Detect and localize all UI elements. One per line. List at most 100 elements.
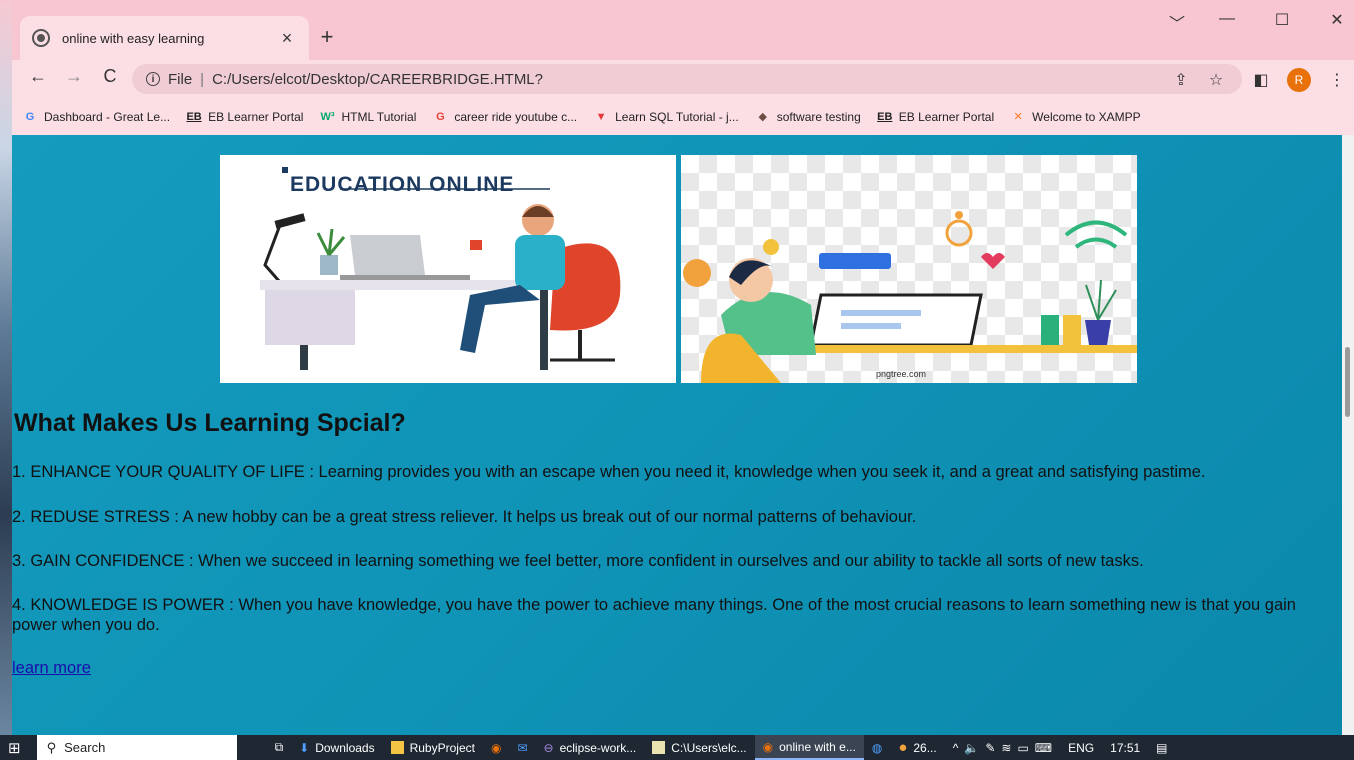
section-heading: What Makes Us Learning Spcial? — [14, 409, 406, 437]
address-bar[interactable]: i File | C:/Users/elcot/Desktop/CAREERBR… — [132, 64, 1242, 94]
close-tab-icon[interactable]: × — [277, 28, 297, 49]
weather-label: 26... — [913, 740, 937, 755]
tray-icons[interactable]: ^ 🔈 ✎ ≋ ▭ ⌨ — [945, 735, 1060, 760]
page-viewport: EDUCATION ONLINE pngtree.com What Makes … — [12, 135, 1342, 735]
address-url: C:/Users/elcot/Desktop/CAREERBRIDGE.HTML… — [212, 70, 543, 88]
taskbar-app-label: eclipse-work... — [559, 740, 637, 755]
tray-app-icon: ◍ — [871, 740, 883, 755]
tab-title: online with easy learning — [62, 30, 205, 46]
folder-icon — [390, 741, 404, 754]
maximize-button[interactable]: ☐ — [1267, 10, 1297, 30]
point-paragraph: 1. ENHANCE YOUR QUALITY OF LIFE : Learni… — [12, 463, 1206, 481]
bookmark-item[interactable]: EB EB Learner Portal — [186, 109, 303, 125]
w3schools-icon: W³ — [320, 110, 335, 123]
taskbar-app-eclipse[interactable]: ⊖ eclipse-work... — [536, 735, 645, 760]
person-laptop-image: pngtree.com — [681, 155, 1137, 383]
scrollbar-thumb[interactable] — [1345, 347, 1350, 417]
mail-icon: ✉ — [517, 740, 528, 755]
side-panel-icon[interactable]: ◧ — [1250, 70, 1272, 90]
tab-bar: online with easy learning × + ﹀ — ☐ ✕ — [12, 0, 1354, 60]
education-online-image: EDUCATION ONLINE — [220, 155, 676, 383]
close-window-button[interactable]: ✕ — [1322, 10, 1352, 30]
taskbar-app-label: RubyProject — [409, 740, 475, 755]
bookmarks-bar: G Dashboard - Great Le... EB EB Learner … — [12, 98, 1354, 135]
eclipse-icon: ⊖ — [543, 740, 554, 755]
bookmark-label: EB Learner Portal — [898, 109, 995, 124]
chevron-up-icon: ^ — [952, 740, 959, 755]
language-indicator[interactable]: ENG — [1060, 735, 1102, 760]
profile-avatar[interactable]: R — [1287, 68, 1311, 92]
point-paragraph: 3. GAIN CONFIDENCE : When we succeed in … — [12, 552, 1144, 570]
taskbar-search[interactable]: ⚲ Search — [36, 735, 237, 760]
bookmark-label: Dashboard - Great Le... — [44, 109, 171, 124]
notepad-icon — [652, 741, 666, 754]
task-view-icon[interactable]: ⧉ — [267, 735, 292, 760]
bookmark-item[interactable]: G Dashboard - Great Le... — [22, 109, 170, 125]
back-arrow-icon[interactable]: ← — [26, 66, 50, 87]
bookmark-item[interactable]: ◆ software testing — [755, 109, 861, 125]
bookmark-item[interactable]: ▼ Learn SQL Tutorial - j... — [593, 109, 739, 125]
minimize-button[interactable]: — — [1212, 10, 1242, 28]
address-toolbar: ← → C i File | C:/Users/elcot/Desktop/CA… — [12, 60, 1354, 98]
bookmark-label: software testing — [776, 109, 861, 124]
browser-tab[interactable]: online with easy learning × — [20, 16, 309, 60]
weather-icon: ● — [898, 739, 908, 756]
reload-icon[interactable]: C — [98, 66, 122, 87]
tab-search-chevron-icon[interactable]: ﹀ — [1162, 10, 1192, 34]
javatpoint-icon: ▼ — [595, 110, 607, 123]
clock[interactable]: 17:51 — [1102, 735, 1148, 760]
taskbar-app-notepad[interactable]: C:\Users\elc... — [644, 735, 754, 760]
taskbar-mail[interactable]: ✉ — [509, 735, 535, 760]
chrome-icon: ◉ — [490, 740, 502, 755]
taskbar-app-label: C:\Users\elc... — [671, 740, 747, 755]
learn-more-link[interactable]: learn more — [12, 659, 91, 678]
notifications-icon[interactable]: ▤ — [1148, 735, 1175, 760]
address-separator: | — [200, 70, 205, 88]
search-label: Search — [64, 740, 106, 755]
xampp-icon: ✕ — [1013, 111, 1023, 123]
point-paragraph: 4. KNOWLEDGE IS POWER : When you have kn… — [12, 596, 1296, 634]
forward-arrow-icon[interactable]: → — [62, 66, 86, 87]
bookmark-label: Welcome to XAMPP — [1032, 109, 1141, 124]
battery-icon: ▭ — [1017, 740, 1029, 755]
share-icon[interactable]: ⇪ — [1170, 70, 1192, 90]
taskbar-app-rubyproject[interactable]: RubyProject — [383, 735, 483, 760]
download-arrow-icon: ⬇ — [299, 740, 310, 755]
eb-icon: EB — [877, 110, 893, 123]
weather-widget[interactable]: ● 26... — [890, 735, 944, 760]
taskbar-chrome[interactable]: ◉ — [483, 735, 509, 760]
bookmark-label: career ride youtube c... — [454, 109, 578, 124]
new-tab-button[interactable]: + — [312, 24, 342, 50]
desktop-background-strip — [0, 0, 12, 735]
page-scrollbar[interactable] — [1342, 135, 1354, 735]
windows-taskbar: ⊞ ⚲ Search ⧉ ⬇ Downloads RubyProject ◉ ✉… — [0, 735, 1354, 760]
wifi-icon: ≋ — [1001, 740, 1012, 755]
speaker-icon: 🔈 — [964, 740, 980, 755]
globe-icon — [32, 29, 50, 47]
taskbar-app-label: online with e... — [779, 739, 856, 754]
bookmark-item[interactable]: EB EB Learner Portal — [877, 109, 994, 125]
address-scheme-label: File — [168, 70, 193, 88]
image-watermark: pngtree.com — [876, 369, 927, 379]
taskbar-app-chrome-window[interactable]: ◉ online with e... — [754, 735, 864, 760]
keyboard-icon: ⌨ — [1034, 740, 1053, 755]
software-testing-icon: ◆ — [758, 111, 767, 123]
windows-logo-icon: ⊞ — [8, 739, 21, 757]
start-button[interactable]: ⊞ — [0, 735, 29, 760]
bookmark-label: HTML Tutorial — [341, 109, 417, 124]
taskbar-tray-app[interactable]: ◍ — [864, 735, 890, 760]
bookmark-label: EB Learner Portal — [208, 109, 304, 124]
bookmark-item[interactable]: W³ HTML Tutorial — [319, 109, 416, 125]
taskbar-app-label: Downloads — [315, 740, 375, 755]
eb-icon: EB — [186, 110, 202, 123]
taskbar-app-downloads[interactable]: ⬇ Downloads — [291, 735, 382, 760]
google-icon: G — [25, 110, 35, 123]
bookmark-item[interactable]: G career ride youtube c... — [432, 109, 577, 125]
chrome-icon: ◉ — [762, 739, 774, 754]
bookmark-item[interactable]: ✕ Welcome to XAMPP — [1010, 109, 1141, 125]
menu-kebab-icon[interactable]: ⋮ — [1326, 70, 1348, 90]
point-paragraph: 2. REDUSE STRESS : A new hobby can be a … — [12, 508, 917, 526]
bookmark-star-icon[interactable]: ☆ — [1205, 70, 1227, 90]
pen-icon: ✎ — [985, 740, 996, 755]
info-icon[interactable]: i — [146, 72, 160, 86]
